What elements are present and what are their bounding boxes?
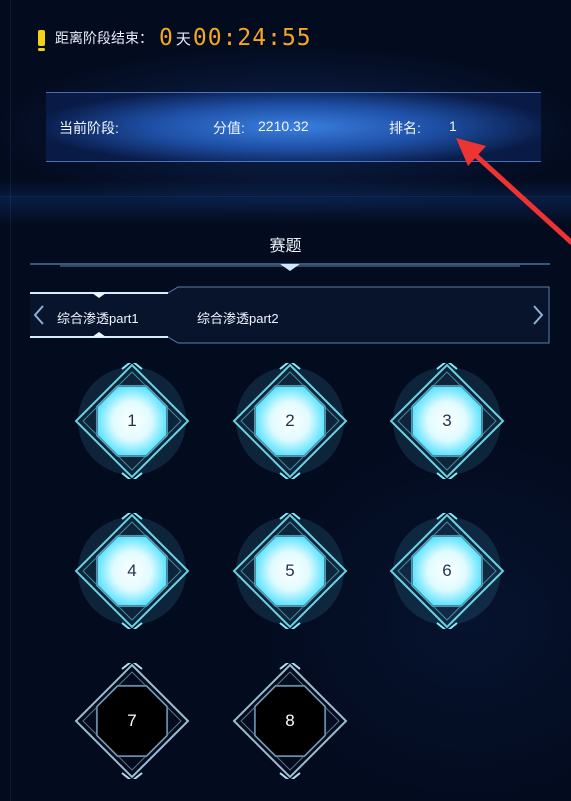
tab-part1[interactable]: 综合渗透part1 [57,308,139,327]
challenge-tile-2[interactable]: 2 [232,363,348,479]
challenge-number: 3 [442,411,452,430]
challenge-tile-4[interactable]: 4 [74,513,190,629]
challenge-tile-5[interactable]: 5 [232,513,348,629]
section-divider [30,263,550,271]
challenge-tile-7[interactable]: 7 [74,663,190,779]
tab-next-button[interactable] [531,303,545,332]
challenge-number: 6 [442,561,452,580]
challenge-tile-3[interactable]: 3 [389,363,505,479]
challenge-number: 7 [127,711,137,730]
challenge-number: 4 [127,561,137,580]
challenge-number: 1 [127,411,137,430]
challenge-tile-1[interactable]: 1 [74,363,190,479]
challenge-tile-8[interactable]: 8 [232,663,348,779]
challenge-tile-6[interactable]: 6 [389,513,505,629]
tab-prev-button[interactable] [32,303,46,332]
section-title: 赛题 [269,238,302,255]
chevron-left-icon [33,305,44,325]
tab-part2[interactable]: 综合渗透part2 [197,308,279,327]
challenge-number: 8 [285,711,295,730]
challenge-number: 2 [285,411,295,430]
challenge-number: 5 [285,561,295,580]
chevron-right-icon [533,305,544,325]
